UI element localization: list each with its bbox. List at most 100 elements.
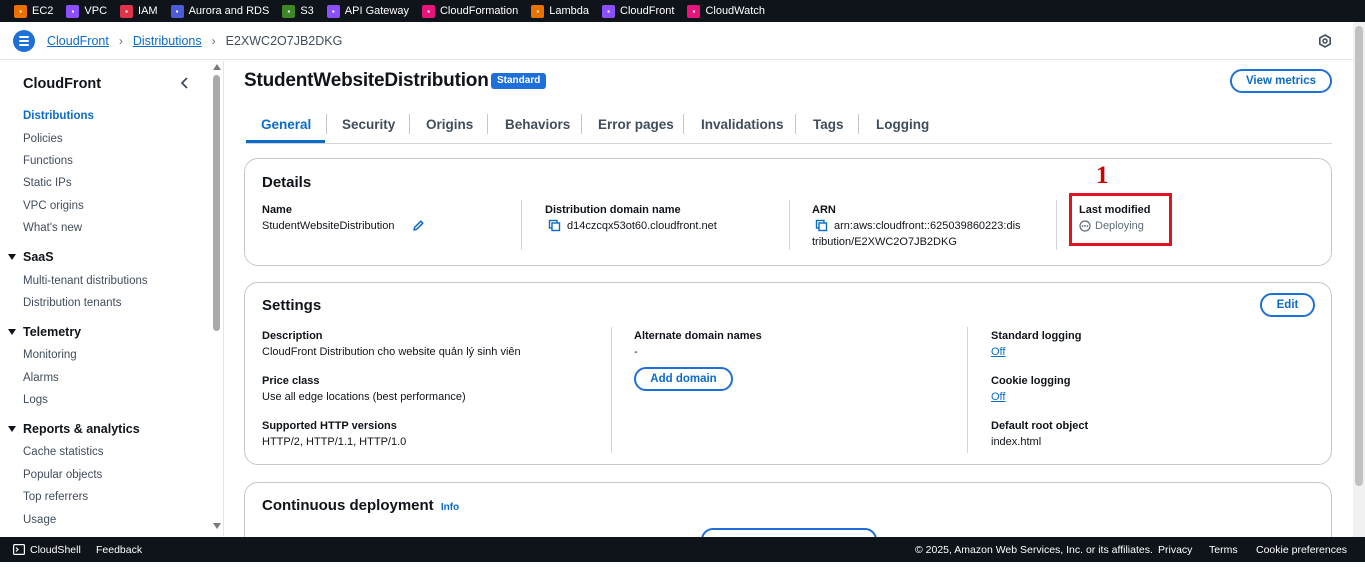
service-aurora-and-rds[interactable]: ▪ Aurora and RDS xyxy=(170,4,270,18)
chevron-right-icon: › xyxy=(118,34,123,48)
view-metrics-button[interactable]: View metrics xyxy=(1230,69,1332,93)
name-value: StudentWebsiteDistribution xyxy=(262,220,395,232)
sidebar-scrollbar[interactable] xyxy=(211,61,222,536)
scroll-down-icon[interactable] xyxy=(213,523,221,529)
service-label: IAM xyxy=(138,5,158,17)
cookie-logging-link[interactable]: Off xyxy=(991,391,1005,403)
sidebar-item-multi-tenant[interactable]: Multi-tenant distributions xyxy=(23,275,148,287)
caret-down-icon xyxy=(8,254,16,260)
sidebar-group-reports[interactable]: Reports & analytics xyxy=(8,422,140,436)
sidebar-item-policies[interactable]: Policies xyxy=(23,133,63,145)
continuous-deployment-title: Continuous deployment xyxy=(262,497,434,514)
sidebar-item-popular-objects[interactable]: Popular objects xyxy=(23,469,102,481)
feedback-button[interactable]: Feedback xyxy=(96,544,142,556)
http-versions-value: HTTP/2, HTTP/1.1, HTTP/1.0 xyxy=(262,436,407,448)
sidebar: CloudFront Distributions Policies Functi… xyxy=(0,61,224,536)
settings-icon[interactable] xyxy=(1318,34,1332,48)
sidebar-item-static-ips[interactable]: Static IPs xyxy=(23,177,72,189)
vpc-icon: ▪ xyxy=(66,4,80,18)
breadcrumb-current: E2XWC2O7JB2DKG xyxy=(225,34,343,48)
tab-tags[interactable]: Tags xyxy=(813,117,844,132)
cookie-logging-label: Cookie logging xyxy=(991,375,1071,387)
active-tab-indicator xyxy=(246,140,325,143)
menu-button[interactable] xyxy=(13,30,35,52)
service-label: CloudFront xyxy=(620,5,675,17)
sidebar-group-label: Telemetry xyxy=(23,325,82,339)
domain-label: Distribution domain name xyxy=(545,204,681,216)
tab-error-pages[interactable]: Error pages xyxy=(598,117,674,132)
edit-button[interactable]: Edit xyxy=(1260,293,1315,317)
sidebar-item-top-referrers[interactable]: Top referrers xyxy=(23,491,88,503)
sidebar-title: CloudFront xyxy=(23,76,102,92)
alternate-domains-value: - xyxy=(634,346,638,358)
service-label: API Gateway xyxy=(344,5,409,17)
service-cloudformation[interactable]: ▪ CloudFormation xyxy=(421,4,518,18)
sidebar-item-whats-new[interactable]: What's new xyxy=(23,222,82,234)
chevron-left-icon[interactable] xyxy=(180,76,190,90)
cloudformation-icon: ▪ xyxy=(421,4,435,18)
service-cloudwatch[interactable]: ▪ CloudWatch xyxy=(687,4,765,18)
sidebar-item-alarms[interactable]: Alarms xyxy=(23,372,59,384)
ec2-icon: ▪ xyxy=(14,4,27,18)
scroll-up-icon[interactable] xyxy=(213,64,221,70)
annotation-number: 1 xyxy=(1096,162,1109,189)
breadcrumb: CloudFront › Distributions › E2XWC2O7JB2… xyxy=(47,34,342,48)
service-ec2[interactable]: ▪ EC2 xyxy=(14,4,54,18)
chevron-right-icon: › xyxy=(211,34,216,48)
service-label: Aurora and RDS xyxy=(188,5,270,17)
domain-value: d14czcqx53ot60.cloudfront.net xyxy=(567,220,717,232)
tab-origins[interactable]: Origins xyxy=(426,117,473,132)
sidebar-item-distributions[interactable]: Distributions xyxy=(23,110,94,122)
status-badge: Standard xyxy=(491,73,547,89)
tab-divider xyxy=(487,114,488,134)
cloudwatch-icon: ▪ xyxy=(687,4,701,18)
cloudshell-icon[interactable] xyxy=(13,544,25,555)
sidebar-group-telemetry[interactable]: Telemetry xyxy=(8,325,81,339)
sidebar-item-logs[interactable]: Logs xyxy=(23,394,48,406)
breadcrumb-distributions[interactable]: Distributions xyxy=(133,34,202,48)
service-cloudfront[interactable]: ▪ CloudFront xyxy=(602,4,675,18)
standard-logging-label: Standard logging xyxy=(991,330,1082,342)
service-vpc[interactable]: ▪ VPC xyxy=(66,4,107,18)
column-divider xyxy=(789,200,790,250)
column-divider xyxy=(611,327,612,453)
cookie-preferences-link[interactable]: Cookie preferences xyxy=(1256,544,1347,556)
service-s3[interactable]: ▪ S3 xyxy=(282,4,314,18)
scrollbar-thumb[interactable] xyxy=(213,75,220,331)
service-api-gateway[interactable]: ▪ API Gateway xyxy=(326,4,409,18)
description-value: CloudFront Distribution cho website quản… xyxy=(262,346,521,358)
tab-invalidations[interactable]: Invalidations xyxy=(701,117,784,132)
tab-divider xyxy=(858,114,859,134)
copy-icon[interactable] xyxy=(815,219,828,232)
sidebar-item-cache-statistics[interactable]: Cache statistics xyxy=(23,446,104,458)
sidebar-group-saas[interactable]: SaaS xyxy=(8,250,54,264)
sidebar-item-monitoring[interactable]: Monitoring xyxy=(23,349,77,361)
tab-general[interactable]: General xyxy=(261,117,311,132)
tab-security[interactable]: Security xyxy=(342,117,395,132)
service-iam[interactable]: ▪ IAM xyxy=(120,4,158,18)
arn-value-line2: tribution/E2XWC2O7JB2DKG xyxy=(812,236,957,248)
scrollbar-thumb[interactable] xyxy=(1355,26,1363,486)
cloudshell-button[interactable]: CloudShell xyxy=(30,544,81,556)
caret-down-icon xyxy=(8,426,16,432)
breadcrumb-cloudfront[interactable]: CloudFront xyxy=(47,34,109,48)
info-link[interactable]: Info xyxy=(441,502,459,513)
tab-divider xyxy=(683,114,684,134)
sidebar-item-functions[interactable]: Functions xyxy=(23,155,73,167)
add-domain-button[interactable]: Add domain xyxy=(634,367,733,391)
lambda-icon: ▪ xyxy=(531,4,545,18)
tab-behaviors[interactable]: Behaviors xyxy=(505,117,570,132)
privacy-link[interactable]: Privacy xyxy=(1158,544,1192,556)
standard-logging-link[interactable]: Off xyxy=(991,346,1005,358)
service-lambda[interactable]: ▪ Lambda xyxy=(531,4,589,18)
copyright-text: © 2025, Amazon Web Services, Inc. or its… xyxy=(915,544,1153,556)
sidebar-item-usage[interactable]: Usage xyxy=(23,514,56,526)
service-label: EC2 xyxy=(32,5,54,17)
copy-icon[interactable] xyxy=(548,219,561,232)
sidebar-item-vpc-origins[interactable]: VPC origins xyxy=(23,200,84,212)
main-scrollbar[interactable] xyxy=(1353,22,1365,537)
sidebar-item-distribution-tenants[interactable]: Distribution tenants xyxy=(23,297,121,309)
terms-link[interactable]: Terms xyxy=(1209,544,1238,556)
tab-logging[interactable]: Logging xyxy=(876,117,929,132)
pencil-icon[interactable] xyxy=(412,219,425,232)
